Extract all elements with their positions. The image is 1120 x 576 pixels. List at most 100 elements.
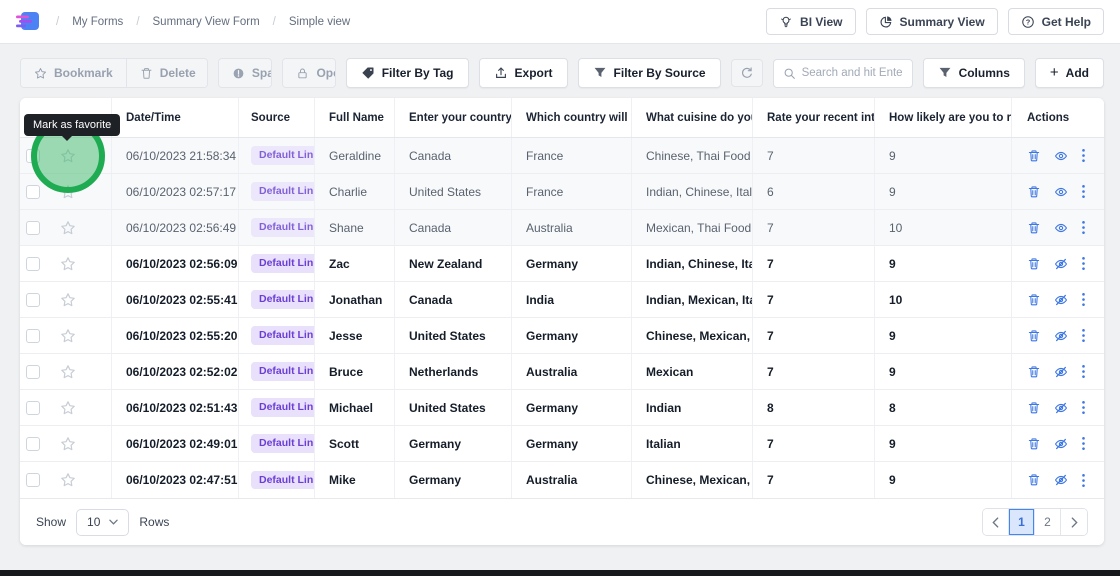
cell-datetime: 06/10/2023 02:57:17 AM [112,174,239,209]
rows-label: Rows [139,515,169,529]
delete-button[interactable]: Delete [127,59,208,87]
more-actions-button[interactable] [1081,256,1086,271]
view-row-button[interactable] [1054,365,1068,379]
delete-row-button[interactable] [1027,293,1041,307]
funnel-icon [593,66,607,80]
columns-button[interactable]: Columns [923,58,1025,88]
column-header-rating[interactable]: Rate your recent intera... [753,98,875,137]
more-actions-button[interactable] [1081,400,1086,415]
column-header-datetime[interactable]: Date/Time [112,98,239,137]
more-actions-button[interactable] [1081,184,1086,199]
row-checkbox[interactable] [26,185,40,199]
bookmark-label: Bookmark [54,66,113,80]
view-row-button[interactable] [1054,185,1068,199]
rows-per-page-select[interactable]: 10 [76,509,129,536]
get-help-button[interactable]: ? Get Help [1008,8,1104,35]
summary-view-button[interactable]: Summary View [866,8,998,35]
column-header-country[interactable]: Enter your country [395,98,512,137]
more-actions-button[interactable] [1081,148,1086,163]
favorite-star-icon[interactable] [60,400,76,416]
row-checkbox[interactable] [26,293,40,307]
cell-datetime: 06/10/2023 02:49:01 AM [112,426,239,461]
cell-datetime: 06/10/2023 21:58:34 PM [112,138,239,173]
cell-cuisine: Chinese, Thai Food [632,138,753,173]
add-button[interactable]: + Add [1035,58,1104,88]
view-row-button[interactable] [1054,293,1068,307]
delete-row-button[interactable] [1027,473,1041,487]
view-row-button[interactable] [1054,401,1068,415]
view-row-button[interactable] [1054,149,1068,163]
row-checkbox[interactable] [26,257,40,271]
page-2-button[interactable]: 2 [1035,509,1061,535]
row-checkbox[interactable] [26,437,40,451]
breadcrumb-my-forms[interactable]: My Forms [72,16,123,28]
more-actions-button[interactable] [1081,328,1086,343]
cell-rating: 6 [753,174,875,209]
favorite-star-icon[interactable] [60,436,76,452]
source-badge: Default Link [251,471,315,490]
svg-text:?: ? [1025,17,1030,26]
column-header-visit-country[interactable]: Which country will you... [512,98,632,137]
search-input[interactable] [802,67,903,79]
filter-by-source-button[interactable]: Filter By Source [578,58,721,88]
favorite-star-icon[interactable] [60,328,76,344]
delete-row-button[interactable] [1027,401,1041,415]
delete-row-button[interactable] [1027,437,1041,451]
delete-row-button[interactable] [1027,257,1041,271]
prev-page-button[interactable] [983,509,1009,535]
favorite-star-icon[interactable] [60,256,76,272]
column-header-full-name[interactable]: Full Name [315,98,395,137]
favorite-star-icon[interactable] [60,472,76,488]
filter-by-tag-button[interactable]: Filter By Tag [346,58,469,88]
more-actions-button[interactable] [1081,364,1086,379]
more-actions-button[interactable] [1081,220,1086,235]
cell-rating: 7 [753,246,875,281]
view-row-button[interactable] [1054,473,1068,487]
bi-view-button[interactable]: BI View [766,8,855,35]
refresh-button[interactable] [731,59,763,87]
delete-row-button[interactable] [1027,365,1041,379]
delete-row-button[interactable] [1027,221,1041,235]
column-header-cuisine[interactable]: What cuisine do you lo... [632,98,753,137]
favorite-star-icon[interactable] [60,292,76,308]
row-checkbox[interactable] [26,401,40,415]
row-checkbox[interactable] [26,365,40,379]
table-row: 06/10/2023 02:52:02 AM Default Link Bruc… [20,354,1104,390]
cell-likelihood: 9 [875,462,1012,498]
spam-button[interactable]: Spam [219,59,273,87]
cell-country: Canada [395,138,512,173]
open-button[interactable]: Open [283,59,335,87]
row-checkbox[interactable] [26,329,40,343]
table-row: 06/10/2023 02:55:41 AM Default Link Jona… [20,282,1104,318]
view-row-button[interactable] [1054,329,1068,343]
row-checkbox[interactable] [26,473,40,487]
column-header-source[interactable]: Source [239,98,315,137]
delete-row-button[interactable] [1027,329,1041,343]
show-label: Show [36,515,66,529]
row-checkbox[interactable] [26,221,40,235]
favorite-star-icon[interactable] [60,220,76,236]
export-button[interactable]: Export [479,58,568,88]
breadcrumb-summary-view-form[interactable]: Summary View Form [153,16,260,28]
view-row-button[interactable] [1054,221,1068,235]
cell-visit-country: France [512,174,632,209]
more-actions-button[interactable] [1081,436,1086,451]
more-actions-button[interactable] [1081,292,1086,307]
table-body: 06/10/2023 21:58:34 PM Default Link Gera… [20,138,1104,498]
pagination: 1 2 [982,508,1088,536]
more-actions-button[interactable] [1081,473,1086,488]
favorite-star-icon[interactable] [60,364,76,380]
app-logo-icon[interactable] [16,11,40,33]
view-row-button[interactable] [1054,257,1068,271]
page-1-button[interactable]: 1 [1009,509,1035,535]
open-group: Open [282,58,335,88]
view-row-button[interactable] [1054,437,1068,451]
rows-per-page-value: 10 [87,515,100,529]
cell-full-name: Bruce [315,354,395,389]
delete-row-button[interactable] [1027,149,1041,163]
breadcrumb-simple-view[interactable]: Simple view [289,16,350,28]
delete-row-button[interactable] [1027,185,1041,199]
bookmark-button[interactable]: Bookmark [21,59,127,87]
next-page-button[interactable] [1061,509,1087,535]
column-header-likelihood[interactable]: How likely are you to r... [875,98,1012,137]
